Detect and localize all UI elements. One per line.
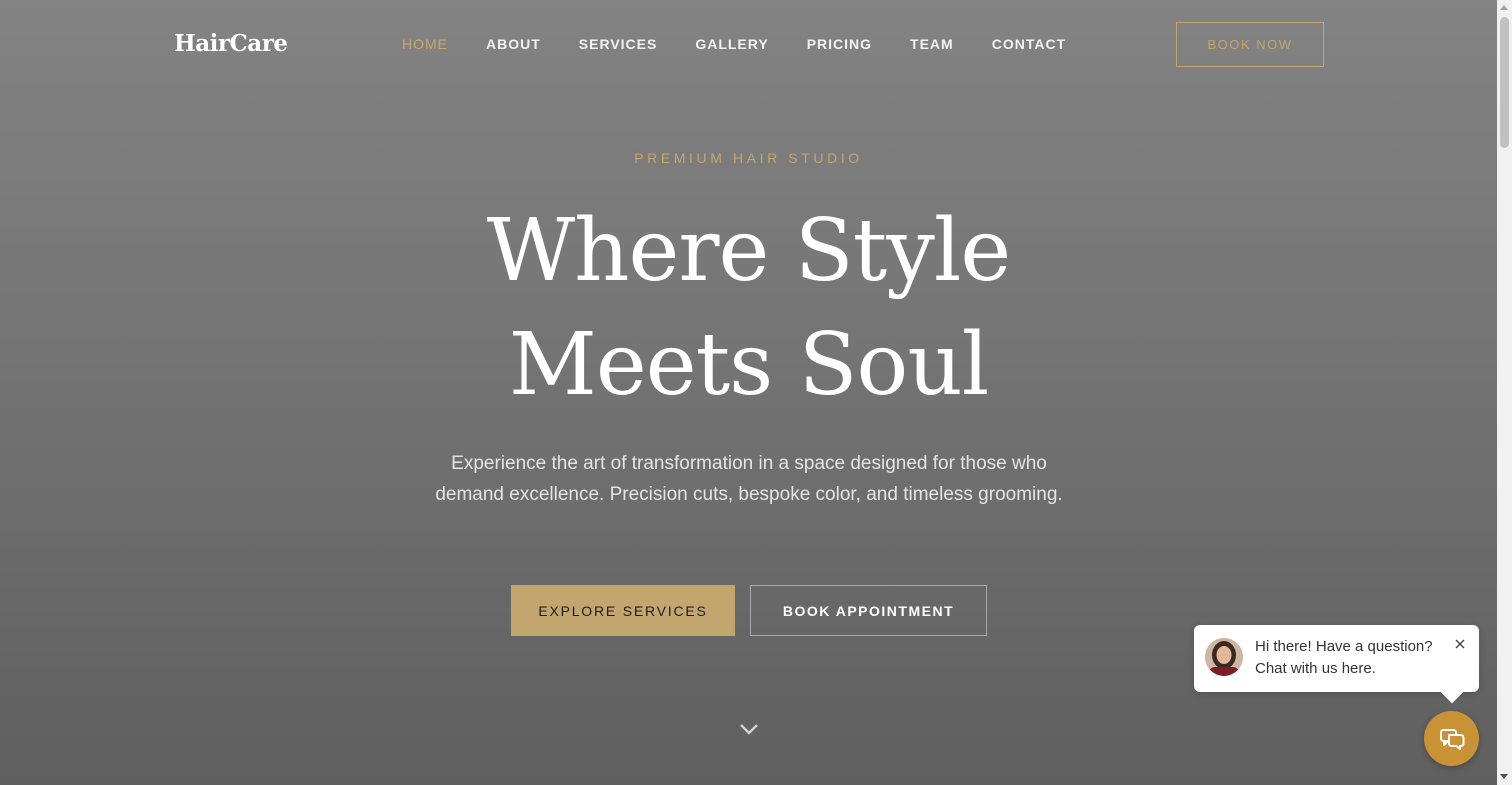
nav-item-team[interactable]: TEAM [910,36,954,52]
scroll-down-arrow-icon[interactable] [1500,774,1508,779]
book-now-button[interactable]: BOOK NOW [1176,22,1324,67]
agent-avatar [1205,638,1243,676]
hero-title: Where Style Meets Soul [0,194,1497,422]
page-scrollbar[interactable] [1497,0,1512,785]
nav-item-contact[interactable]: CONTACT [992,36,1066,52]
chat-bubbles-icon [1439,728,1464,750]
nav-item-services[interactable]: SERVICES [579,36,658,52]
book-appointment-button[interactable]: BOOK APPOINTMENT [750,585,987,636]
chevron-down-icon[interactable] [738,720,760,738]
hero-title-line-1: Where Style [486,201,1011,301]
main-nav: HOME ABOUT SERVICES GALLERY PRICING TEAM… [402,36,1066,52]
explore-services-button[interactable]: EXPLORE SERVICES [511,585,735,636]
scroll-up-arrow-icon[interactable] [1500,5,1508,10]
chat-message-line-1: Hi there! Have a question? [1255,638,1433,655]
hero-eyebrow: PREMIUM HAIR STUDIO [634,150,863,166]
close-icon[interactable] [1453,637,1467,651]
site-logo[interactable]: HairCare [174,30,288,57]
nav-item-pricing[interactable]: PRICING [807,36,872,52]
scrollbar-thumb[interactable] [1500,17,1509,148]
chat-message-line-2: Chat with us here. [1255,660,1376,677]
hero-description: Experience the art of transformation in … [435,453,1063,505]
nav-item-about[interactable]: ABOUT [486,36,541,52]
nav-item-gallery[interactable]: GALLERY [695,36,768,52]
hero-title-line-2: Meets Soul [508,315,989,415]
chat-greeting-popup[interactable]: Hi there! Have a question? Chat with us … [1194,625,1479,692]
chat-message: Hi there! Have a question? Chat with us … [1255,636,1445,680]
chat-launcher-button[interactable] [1424,711,1479,766]
nav-item-home[interactable]: HOME [402,36,448,52]
